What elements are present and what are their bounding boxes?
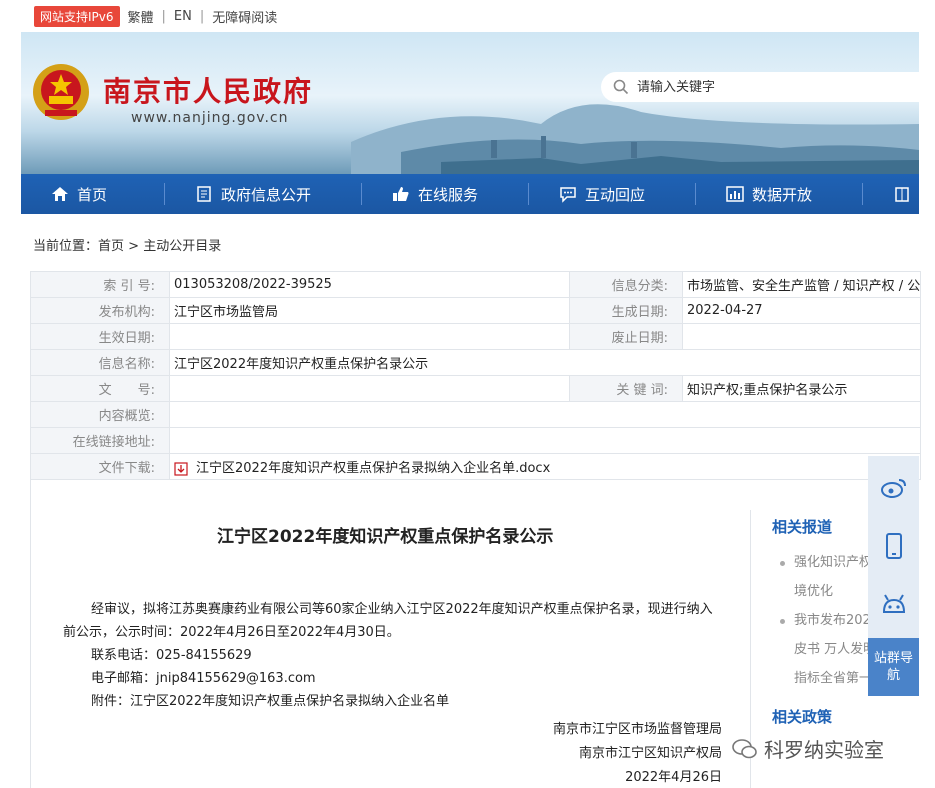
- keywords-value: 知识产权;重点保护名录公示: [682, 375, 921, 402]
- accessibility-link[interactable]: 无障碍阅读: [212, 7, 277, 26]
- nav-label: 在线服务: [418, 185, 479, 204]
- online-link-value: [169, 427, 921, 454]
- category-label: 信息分类:: [569, 271, 683, 298]
- traditional-chinese-link[interactable]: 繁體: [128, 7, 154, 26]
- bar-chart-icon: [726, 185, 744, 203]
- list-item[interactable]: 境优化: [778, 577, 873, 606]
- top-utility-bar: 网站支持IPv6 繁體 | EN | 无障碍阅读: [0, 0, 935, 32]
- summary-label: 内容概览:: [30, 401, 170, 428]
- signature-agency-1: 南京市江宁区市场监督管理局: [552, 722, 722, 737]
- english-link[interactable]: EN: [174, 9, 192, 24]
- category-value: 市场监管、安全生产监管 / 知识产权 / 公: [682, 271, 921, 298]
- separator: |: [199, 8, 205, 24]
- document-icon: [195, 185, 213, 203]
- table-row: 文 号: 关 键 词: 知识产权;重点保护名录公示: [30, 375, 921, 402]
- info-name-value: 江宁区2022年度知识产权重点保护名录公示: [169, 349, 921, 376]
- list-item[interactable]: 皮书 万人发明: [778, 635, 873, 664]
- national-emblem-icon: [33, 64, 89, 120]
- breadcrumb-prefix: 当前位置：: [33, 239, 99, 254]
- table-row: 文件下载: 江宁区2022年度知识产权重点保护名录拟纳入企业名单.docx: [30, 453, 921, 480]
- article-paragraph: 前公示，公示时间：2022年4月26日至2022年4月30日。: [63, 625, 400, 640]
- article-title: 江宁区2022年度知识产权重点保护名录公示: [217, 527, 554, 547]
- contact-phone: 联系电话：025-84155629: [91, 648, 252, 663]
- search-input[interactable]: [637, 79, 897, 95]
- wechat-icon: [732, 738, 757, 758]
- list-item[interactable]: 强化知识产权: [778, 548, 873, 577]
- signature-date: 2022年4月26日: [625, 770, 722, 785]
- breadcrumb-current-link[interactable]: 主动公开目录: [143, 239, 221, 254]
- attachment-note: 附件：江宁区2022年度知识产权重点保护名录拟纳入企业名单: [91, 694, 450, 709]
- effective-date-label: 生效日期:: [30, 323, 170, 350]
- nav-online-service[interactable]: 在线服务: [362, 174, 528, 214]
- document-info-table: 索 引 号: 013053208/2022-39525 信息分类: 市场监管、安…: [30, 271, 921, 480]
- article-content: 江宁区2022年度知识产权重点保护名录公示 经审议，拟将江苏奥赛康药业有限公司等…: [30, 480, 750, 788]
- table-row: 内容概览:: [30, 401, 921, 428]
- table-row: 信息名称: 江宁区2022年度知识产权重点保护名录公示: [30, 349, 921, 376]
- publisher-label: 发布机构:: [30, 297, 170, 324]
- nav-open-data[interactable]: 数据开放: [696, 174, 862, 214]
- nav-label: 互动回应: [585, 185, 646, 204]
- breadcrumb-separator: >: [128, 239, 140, 254]
- mobile-icon[interactable]: [880, 532, 908, 560]
- floating-share-bar: 站群导航: [868, 456, 919, 696]
- header-banner: 南京市人民政府 www.nanjing.gov.cn: [21, 32, 919, 174]
- separator: |: [161, 8, 166, 24]
- site-url: www.nanjing.gov.cn: [131, 110, 289, 126]
- created-date-value: 2022-04-27: [682, 297, 921, 324]
- file-download-cell: 江宁区2022年度知识产权重点保护名录拟纳入企业名单.docx: [169, 453, 921, 480]
- expired-date-value: [682, 323, 921, 350]
- search-icon[interactable]: [613, 79, 629, 95]
- site-group-navigation-button[interactable]: 站群导航: [868, 638, 919, 696]
- list-item[interactable]: 指标全省第一: [778, 664, 873, 693]
- online-link-label: 在线链接地址:: [30, 427, 170, 454]
- breadcrumb-home-link[interactable]: 首页: [98, 239, 124, 254]
- file-download-label: 文件下载:: [30, 453, 170, 480]
- expired-date-label: 废止日期:: [569, 323, 683, 350]
- nav-gov-info[interactable]: 政府信息公开: [165, 174, 361, 214]
- ipv6-badge: 网站支持IPv6: [34, 5, 120, 27]
- building-icon: [893, 185, 911, 203]
- home-icon: [51, 185, 69, 203]
- download-icon[interactable]: [174, 461, 188, 476]
- thumbs-up-icon: [392, 185, 410, 203]
- nav-more[interactable]: [863, 174, 913, 214]
- nav-home[interactable]: 首页: [21, 174, 164, 214]
- signature-agency-2: 南京市江宁区知识产权局: [578, 746, 722, 761]
- index-value: 013053208/2022-39525: [169, 271, 570, 298]
- main-nav: 首页 政府信息公开 在线服务 互动回应 数据开放: [21, 174, 919, 214]
- contact-email: 电子邮箱：jnip84155629@163.com: [91, 671, 316, 686]
- related-policies-heading: 相关政策: [772, 708, 833, 726]
- file-download-link[interactable]: 江宁区2022年度知识产权重点保护名录拟纳入企业名单.docx: [196, 461, 550, 476]
- doc-number-value: [169, 375, 570, 402]
- nav-interaction[interactable]: 互动回应: [529, 174, 695, 214]
- search-box: [601, 72, 919, 102]
- article-body: 经审议，拟将江苏奥赛康药业有限公司等60家企业纳入江宁区2022年度知识产权重点…: [63, 598, 753, 713]
- doc-number-label: 文 号:: [30, 375, 170, 402]
- summary-value: [169, 401, 921, 428]
- nav-label: 数据开放: [752, 185, 813, 204]
- chat-bubble-icon: [559, 185, 577, 203]
- table-row: 在线链接地址:: [30, 427, 921, 454]
- related-reports-heading: 相关报道: [772, 518, 833, 536]
- nav-label: 首页: [77, 185, 108, 204]
- watermark-text: 科罗纳实验室: [764, 738, 884, 762]
- breadcrumb: 当前位置：首页 > 主动公开目录: [33, 235, 221, 254]
- created-date-label: 生成日期:: [569, 297, 683, 324]
- related-reports-list: 强化知识产权 境优化 我市发布202 皮书 万人发明 指标全省第一: [778, 548, 873, 693]
- table-row: 生效日期: 废止日期:: [30, 323, 921, 350]
- publisher-value: 江宁区市场监管局: [169, 297, 570, 324]
- keywords-label: 关 键 词:: [569, 375, 683, 402]
- wechat-watermark: 科罗纳实验室: [732, 734, 884, 763]
- index-label: 索 引 号:: [30, 271, 170, 298]
- article-paragraph: 经审议，拟将江苏奥赛康药业有限公司等60家企业纳入江宁区2022年度知识产权重点…: [91, 602, 713, 617]
- info-name-label: 信息名称:: [30, 349, 170, 376]
- site-title[interactable]: 南京市人民政府: [103, 70, 313, 110]
- nav-label: 政府信息公开: [221, 185, 312, 204]
- list-item[interactable]: 我市发布202: [778, 606, 873, 635]
- effective-date-value: [169, 323, 570, 350]
- table-row: 发布机构: 江宁区市场监管局 生成日期: 2022-04-27: [30, 297, 921, 324]
- android-icon[interactable]: [880, 592, 908, 620]
- weibo-icon[interactable]: [880, 474, 908, 502]
- table-row: 索 引 号: 013053208/2022-39525 信息分类: 市场监管、安…: [30, 271, 921, 298]
